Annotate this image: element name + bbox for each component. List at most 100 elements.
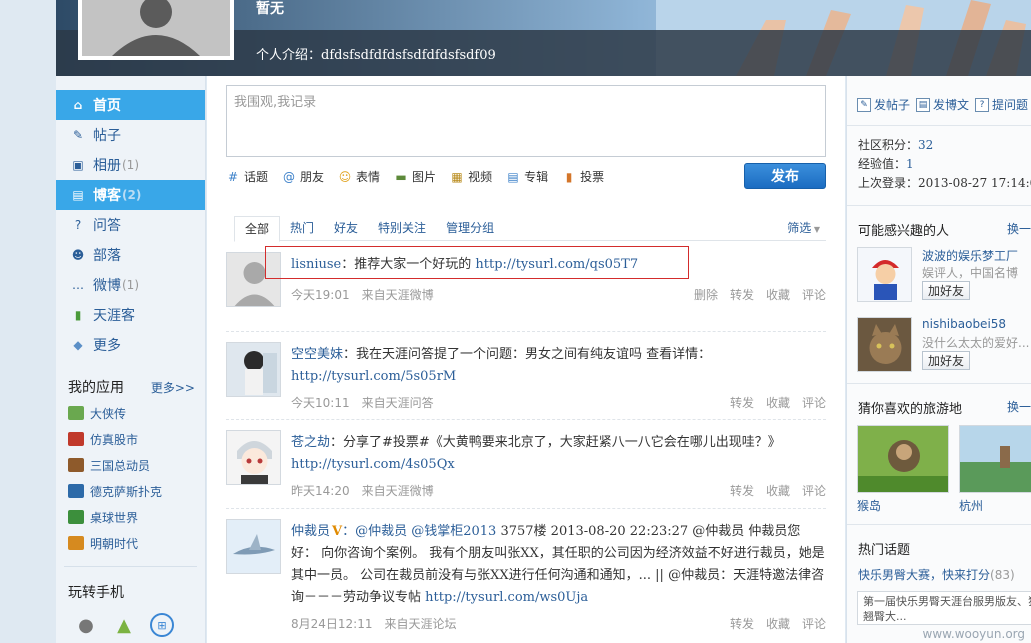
user-avatar[interactable] bbox=[226, 519, 281, 574]
switch-link[interactable]: 换一 bbox=[1007, 398, 1031, 417]
app-item[interactable]: 大侠传 bbox=[56, 400, 205, 426]
feed-username[interactable]: 苍之劫 bbox=[291, 435, 330, 450]
new-blog-button[interactable]: ▤ 发博文 bbox=[916, 96, 969, 113]
feed-username[interactable]: 空空美妹 bbox=[291, 347, 343, 362]
action-label: 提问题 bbox=[992, 98, 1029, 112]
repost-button[interactable]: 转发 bbox=[730, 617, 754, 631]
tab-hot[interactable]: 热门 bbox=[280, 216, 324, 241]
feed-source[interactable]: 来自天涯问答 bbox=[362, 396, 434, 410]
nav-count: (1) bbox=[122, 278, 139, 292]
tool-emoji[interactable]: ☺ 表情 bbox=[338, 168, 380, 185]
nav-item-album[interactable]: ▣ 相册 (1) bbox=[56, 150, 205, 180]
add-friend-button[interactable]: 加好友 bbox=[922, 351, 970, 370]
nav-item-posts[interactable]: ✎ 帖子 bbox=[56, 120, 205, 150]
app-item[interactable]: 桌球世界 bbox=[56, 504, 205, 530]
repost-button[interactable]: 转发 bbox=[730, 288, 754, 302]
feed-time[interactable]: 今天19:01 bbox=[291, 288, 350, 302]
composer-input[interactable]: 我围观,我记录 bbox=[226, 85, 826, 157]
comment-button[interactable]: 评论 bbox=[802, 288, 826, 302]
feed-text: 空空美妹：我在天涯问答提了一个问题：男女之间有纯友谊吗 查看详情： http://… bbox=[291, 332, 826, 388]
tab-friends[interactable]: 好友 bbox=[324, 216, 368, 241]
profile-avatar[interactable] bbox=[78, 0, 234, 60]
feed-username[interactable]: 仲裁员 bbox=[291, 524, 330, 539]
app-item[interactable]: 仿真股市 bbox=[56, 426, 205, 452]
hot-topic-link[interactable]: 快乐男臀大赛，快来打分(83) bbox=[847, 558, 1031, 583]
windows-icon[interactable]: ⊞ bbox=[150, 613, 174, 637]
travel-place[interactable]: 杭州 bbox=[959, 425, 1031, 514]
feed-link[interactable]: http://tysurl.com/ws0Uja bbox=[425, 590, 588, 605]
nav-item-weibo[interactable]: … 微博 (1) bbox=[56, 270, 205, 300]
nav-item-tribe[interactable]: ☻ 部落 bbox=[56, 240, 205, 270]
apple-icon[interactable]: ● bbox=[74, 613, 98, 637]
nav-item-home[interactable]: ⌂ 首页 bbox=[56, 90, 205, 120]
tab-special[interactable]: 特别关注 bbox=[368, 216, 436, 241]
tool-label: 话题 bbox=[244, 170, 269, 184]
android-icon[interactable]: ▲ bbox=[112, 613, 136, 637]
repost-button[interactable]: 转发 bbox=[730, 484, 754, 498]
hot-topic-title: 热门话题 bbox=[847, 525, 1031, 558]
feed-time[interactable]: 今天10:11 bbox=[291, 396, 350, 410]
composer-tools: # 话题 @ 朋友 ☺ 表情 ▬ 图片 ▦ 视频 ▤ 专辑 ▮ 投票 bbox=[226, 168, 604, 185]
feed-mentions[interactable]: ：@仲裁员 @钱掌柜2013 bbox=[342, 524, 500, 539]
comment-button[interactable]: 评论 bbox=[802, 617, 826, 631]
favorite-button[interactable]: 收藏 bbox=[766, 288, 790, 302]
repost-button[interactable]: 转发 bbox=[730, 396, 754, 410]
new-post-button[interactable]: ✎ 发帖子 bbox=[857, 96, 910, 113]
tool-vote[interactable]: ▮ 投票 bbox=[562, 168, 604, 185]
app-item[interactable]: 三国总动员 bbox=[56, 452, 205, 478]
profile-intro: 个人介绍：dfdsfsdfdfdsfsdfdfdsfsdf09 bbox=[256, 44, 496, 63]
my-apps-more-link[interactable]: 更多>> bbox=[151, 379, 195, 396]
feed-time[interactable]: 昨天14:20 bbox=[291, 484, 350, 498]
tool-image[interactable]: ▬ 图片 bbox=[394, 168, 436, 185]
favorite-button[interactable]: 收藏 bbox=[766, 617, 790, 631]
feed-source[interactable]: 来自天涯微博 bbox=[362, 288, 434, 302]
person-name[interactable]: 波波的娱乐梦工厂 bbox=[922, 247, 1018, 264]
tab-manage-groups[interactable]: 管理分组 bbox=[436, 216, 504, 241]
feed-link[interactable]: http://tysurl.com/4s05Qx bbox=[291, 457, 455, 472]
nav-item-blog[interactable]: ▤ 博客 (2) bbox=[56, 180, 205, 210]
person-avatar[interactable] bbox=[857, 247, 912, 302]
hot-topic-preview-line: 第一届快乐男臀天涯台服男版友、猥琐哥... bbox=[863, 595, 1031, 608]
app-label: 德克萨斯扑克 bbox=[90, 484, 163, 499]
nav-item-tianyake[interactable]: ▮ 天涯客 bbox=[56, 300, 205, 330]
app-item[interactable]: 明朝时代 bbox=[56, 530, 205, 556]
travel-name[interactable]: 杭州 bbox=[959, 497, 1031, 514]
comment-button[interactable]: 评论 bbox=[802, 396, 826, 410]
nav-item-more[interactable]: ◆ 更多 bbox=[56, 330, 205, 360]
feed-source[interactable]: 来自天涯论坛 bbox=[385, 617, 457, 631]
person-name[interactable]: nishibaobei58 bbox=[922, 317, 1006, 331]
nav-label: 首页 bbox=[93, 98, 121, 114]
nav-item-qa[interactable]: ? 问答 bbox=[56, 210, 205, 240]
blog-icon: ▤ bbox=[72, 188, 84, 202]
tab-all[interactable]: 全部 bbox=[234, 216, 281, 242]
tool-album[interactable]: ▤ 专辑 bbox=[506, 168, 548, 185]
ask-question-button[interactable]: ? 提问题 bbox=[975, 96, 1028, 113]
app-icon bbox=[68, 536, 84, 550]
travel-list: 猴岛 杭州 bbox=[847, 417, 1031, 514]
feed-link[interactable]: http://tysurl.com/5s05rM bbox=[291, 369, 456, 384]
travel-name[interactable]: 猴岛 bbox=[857, 497, 949, 514]
verified-icon: V bbox=[332, 524, 343, 539]
publish-button[interactable]: 发布 bbox=[744, 163, 826, 189]
delete-button[interactable]: 删除 bbox=[694, 288, 718, 302]
hot-topic-preview[interactable]: 第一届快乐男臀天涯台服男版友、猥琐哥... 翘臀大... bbox=[857, 591, 1031, 625]
comment-button[interactable]: 评论 bbox=[802, 484, 826, 498]
person-avatar[interactable] bbox=[857, 317, 912, 372]
nav-label: 更多 bbox=[93, 338, 121, 354]
tool-friend[interactable]: @ 朋友 bbox=[282, 168, 324, 185]
favorite-button[interactable]: 收藏 bbox=[766, 484, 790, 498]
nav-label: 天涯客 bbox=[93, 308, 135, 324]
app-item[interactable]: 德克萨斯扑克 bbox=[56, 478, 205, 504]
travel-place[interactable]: 猴岛 bbox=[857, 425, 949, 514]
user-avatar[interactable] bbox=[226, 342, 281, 397]
user-photo bbox=[227, 431, 280, 484]
user-avatar[interactable] bbox=[226, 430, 281, 485]
filter-dropdown[interactable]: 筛选 ▼ bbox=[787, 216, 820, 240]
add-friend-button[interactable]: 加好友 bbox=[922, 281, 970, 300]
tool-topic[interactable]: # 话题 bbox=[226, 168, 268, 185]
feed-time[interactable]: 8月24日12:11 bbox=[291, 617, 373, 631]
feed-source[interactable]: 来自天涯微博 bbox=[362, 484, 434, 498]
tool-video[interactable]: ▦ 视频 bbox=[450, 168, 492, 185]
switch-link[interactable]: 换一 bbox=[1007, 220, 1031, 239]
favorite-button[interactable]: 收藏 bbox=[766, 396, 790, 410]
